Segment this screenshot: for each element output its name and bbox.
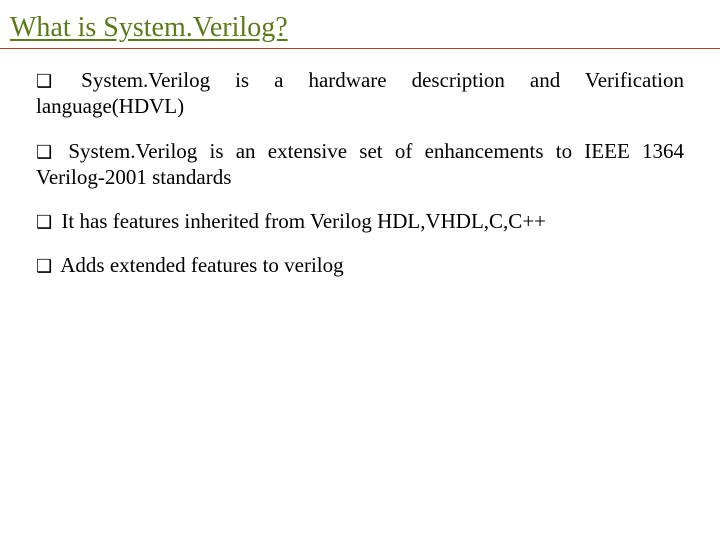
list-item-text: System.Verilog is a hardware description… [36, 68, 684, 118]
title-area: What is System.Verilog? [0, 0, 720, 44]
list-item: ❑ It has features inherited from Verilog… [36, 208, 684, 234]
list-item-text: It has features inherited from Verilog H… [61, 209, 546, 233]
square-bullet-icon: ❑ [36, 70, 52, 93]
square-bullet-icon: ❑ [36, 211, 52, 234]
list-item: ❑ System.Verilog is an extensive set of … [36, 138, 684, 191]
square-bullet-icon: ❑ [36, 255, 52, 278]
slide-title: What is System.Verilog? [10, 12, 720, 44]
list-item: ❑ System.Verilog is a hardware descripti… [36, 67, 684, 120]
list-item-text: Adds extended features to verilog [60, 253, 343, 277]
slide: What is System.Verilog? ❑ System.Verilog… [0, 0, 720, 540]
list-item: ❑ Adds extended features to verilog [36, 252, 684, 278]
slide-body: ❑ System.Verilog is a hardware descripti… [0, 49, 720, 279]
square-bullet-icon: ❑ [36, 141, 52, 164]
list-item-text: System.Verilog is an extensive set of en… [36, 139, 684, 189]
